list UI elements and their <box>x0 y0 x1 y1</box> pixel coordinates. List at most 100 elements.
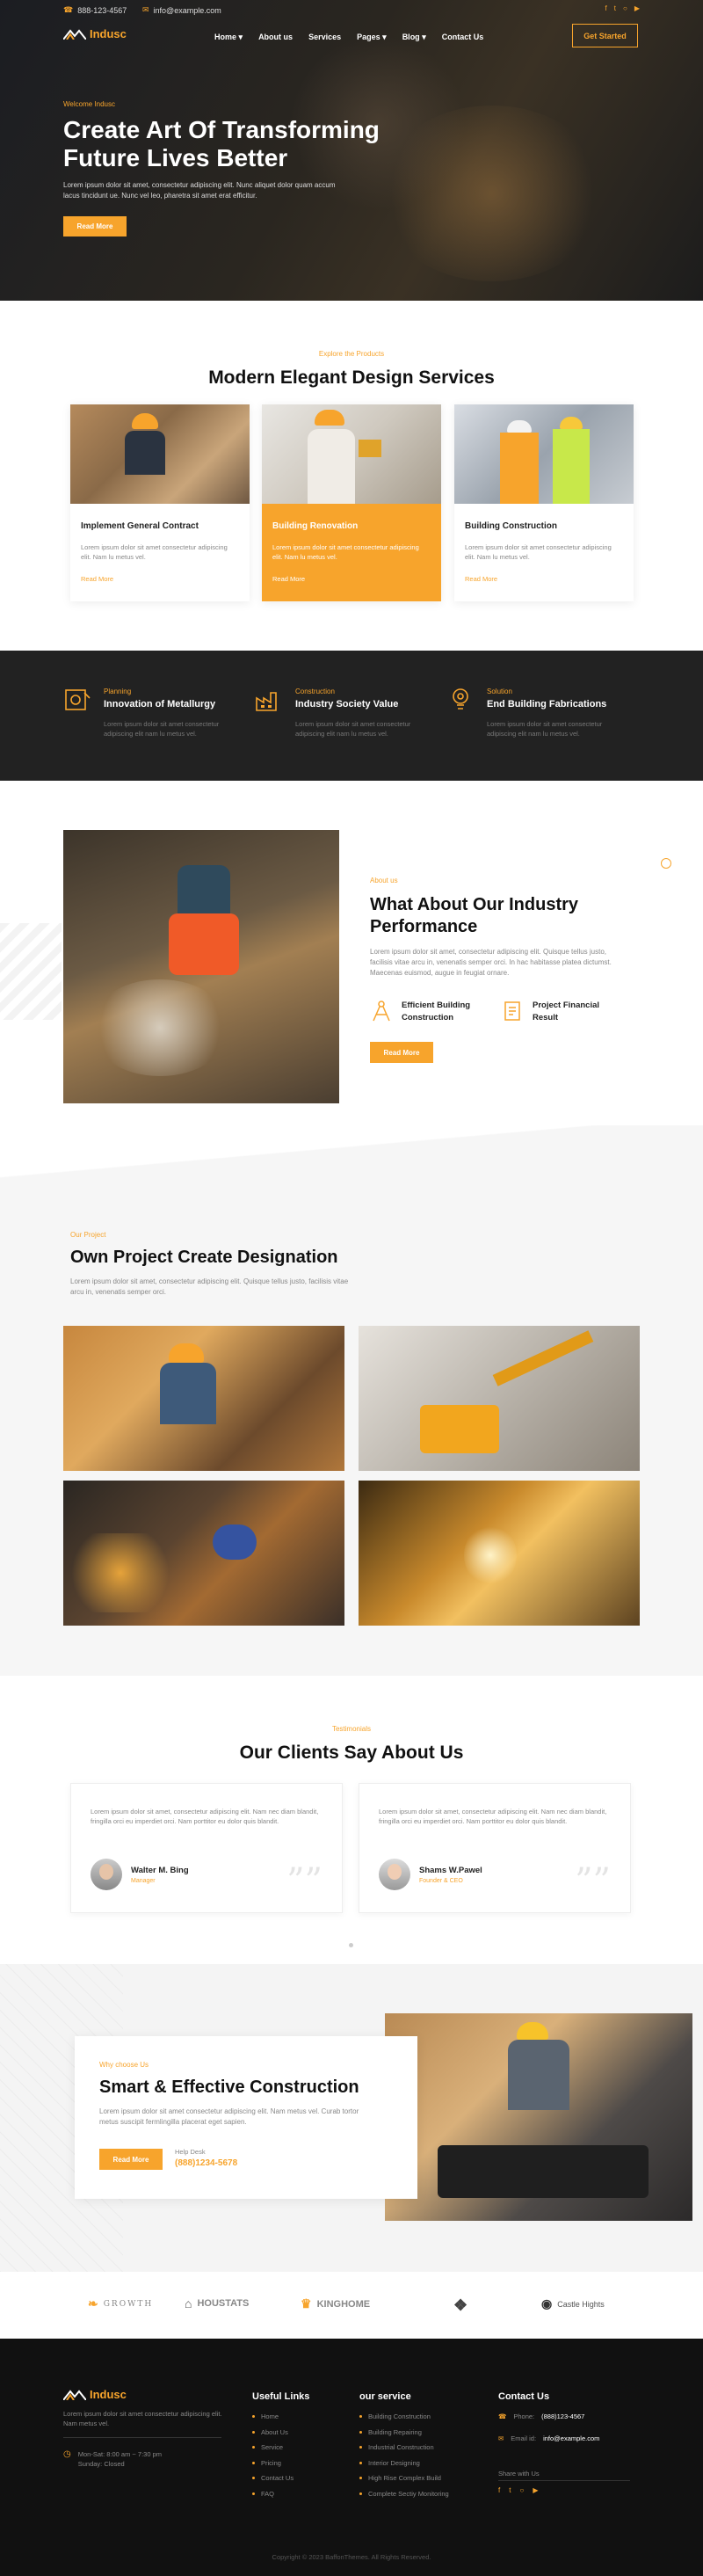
carousel-dot[interactable] <box>349 1943 353 1947</box>
service-card-title: Building Construction <box>465 521 557 531</box>
footer-email[interactable]: ✉ Email id: info@example.com <box>498 2434 599 2442</box>
service-card-title: Implement General Contract <box>81 521 199 531</box>
instagram-icon[interactable]: ○ <box>519 2486 524 2494</box>
footer-logo[interactable]: Indusc <box>63 2388 127 2401</box>
footer-link[interactable]: High Rise Complex Build <box>359 2470 449 2486</box>
decorative-circle <box>661 858 671 869</box>
brand-logo-growth[interactable]: ❧ GROWTH <box>88 2296 153 2311</box>
castle-icon: ◉ <box>541 2296 553 2310</box>
help-desk-phone[interactable]: (888)1234-5678 <box>175 2158 237 2168</box>
facebook-icon[interactable]: f <box>498 2486 500 2494</box>
logo-text: Indusc <box>90 27 127 40</box>
footer-link[interactable]: Pricing <box>252 2456 294 2471</box>
smart-text: Lorem ipsum dolor sit amet consectetur a… <box>99 2107 359 2126</box>
feature-text: Lorem ipsum dolor sit amet consectetur a… <box>295 720 411 738</box>
project-image[interactable] <box>359 1481 640 1626</box>
nav-item-pages[interactable]: Pages ▾ <box>357 33 387 42</box>
service-card[interactable]: Building Renovation Lorem ipsum dolor si… <box>262 404 441 601</box>
about-feature: Project Financial Result <box>501 1000 612 1024</box>
footer-hours-text: Mon-Sat: 8:00 am ~ 7:30 pm <box>77 2450 162 2458</box>
nav-menu: Home ▾ About us Services Pages ▾ Blog ▾ … <box>214 33 483 42</box>
nav-item-home[interactable]: Home ▾ <box>214 33 243 42</box>
about-read-more-button[interactable]: Read More <box>370 1042 433 1063</box>
get-started-button[interactable]: Get Started <box>572 24 638 47</box>
footer-link[interactable]: Complete Sectiy Monitoring <box>359 2486 449 2502</box>
site-logo[interactable]: Indusc <box>63 27 127 40</box>
nav-item-blog[interactable]: Blog ▾ <box>402 33 426 42</box>
top-bar: ☎ 888-123-4567 ✉ info@example.com f t ○ … <box>0 0 703 19</box>
project-image[interactable] <box>63 1326 344 1471</box>
testimonial-name: Walter M. Bing <box>131 1866 189 1875</box>
feature-kicker: Construction <box>295 688 335 695</box>
chevron-down-icon: ▾ <box>382 33 387 41</box>
brand-logo-castle-hights[interactable]: ◉ Castle Hights <box>541 2296 605 2311</box>
project-image[interactable] <box>63 1481 344 1626</box>
footer-social-links: f t ○ ▶ <box>498 2486 538 2494</box>
hero-title: Create Art Of Transforming Future Lives … <box>63 116 380 171</box>
feature-kicker: Solution <box>487 688 512 695</box>
feature-title: Innovation of Metallurgy <box>104 699 216 709</box>
footer-phone[interactable]: ☎ Phone: (888)123-4567 <box>498 2412 584 2420</box>
brand-logos: ❧ GROWTH ⌂ HOUSTATS ♛ KINGHOME ❖ ◉ Castl… <box>0 2272 703 2339</box>
why-choose-image <box>385 2013 692 2221</box>
brand-logo-houstats[interactable]: ⌂ HOUSTATS <box>185 2296 249 2310</box>
footer-link[interactable]: Building Construction <box>359 2409 449 2425</box>
brand-logo-kinghome[interactable]: ♛ KINGHOME <box>301 2296 370 2311</box>
testimonial-card: Lorem ipsum dolor sit amet, consectetur … <box>70 1783 343 1913</box>
finance-document-icon <box>504 1001 520 1021</box>
twitter-icon[interactable]: t <box>509 2486 511 2494</box>
facebook-icon[interactable]: f <box>605 4 607 12</box>
leaf-icon: ❧ <box>88 2296 98 2310</box>
smart-read-more-button[interactable]: Read More <box>99 2149 163 2170</box>
hero-kicker: Welcome Indusc <box>63 100 115 108</box>
footer-link[interactable]: Contact Us <box>252 2470 294 2486</box>
nav-item-about[interactable]: About us <box>258 33 293 42</box>
footer-heading: Useful Links <box>252 2391 310 2402</box>
twitter-icon[interactable]: t <box>614 4 616 12</box>
project-image[interactable] <box>359 1326 640 1471</box>
footer-link[interactable]: Interior Designing <box>359 2456 449 2471</box>
house-icon: ⌂ <box>185 2296 192 2310</box>
topbar-email[interactable]: ✉ info@example.com <box>142 5 221 15</box>
footer-heading: our service <box>359 2391 411 2402</box>
brand-logo-knot[interactable]: ❖ <box>453 2296 467 2315</box>
footer-link[interactable]: Building Repairing <box>359 2425 449 2441</box>
youtube-icon[interactable]: ▶ <box>634 4 640 12</box>
about-feature-label: Project Financial Result <box>533 1001 600 1022</box>
why-choose-section: Why choose Us Smart & Effective Construc… <box>0 1964 703 2272</box>
avatar <box>379 1859 410 1890</box>
footer-link[interactable]: Service <box>252 2440 294 2456</box>
footer-heading: Contact Us <box>498 2391 550 2402</box>
hero-read-more-button[interactable]: Read More <box>63 216 127 236</box>
footer-service-links: Building Construction Building Repairing… <box>359 2409 449 2501</box>
avatar <box>91 1859 122 1890</box>
clock-icon: ◷ <box>63 2449 71 2459</box>
footer-hours: ◷ Mon-Sat: 8:00 am ~ 7:30 pm Sunday: Clo… <box>63 2449 162 2469</box>
about-feature: Efficient Building Construction <box>370 1000 481 1024</box>
footer-link[interactable]: About Us <box>252 2425 294 2441</box>
service-card-link[interactable]: Read More <box>272 575 305 583</box>
topbar-phone[interactable]: ☎ 888-123-4567 <box>63 5 127 15</box>
phone-icon: ☎ <box>63 5 74 14</box>
service-card[interactable]: Implement General Contract Lorem ipsum d… <box>70 404 250 601</box>
youtube-icon[interactable]: ▶ <box>533 2486 538 2494</box>
feature-title: End Building Fabrications <box>487 699 607 709</box>
why-choose-card: Why choose Us Smart & Effective Construc… <box>75 2036 417 2199</box>
mail-icon: ✉ <box>142 5 149 14</box>
service-card[interactable]: Building Construction Lorem ipsum dolor … <box>454 404 634 601</box>
nav-item-contact[interactable]: Contact Us <box>442 33 484 42</box>
nav-item-services[interactable]: Services <box>308 33 341 42</box>
footer-link[interactable]: Home <box>252 2409 294 2425</box>
footer-useful-links: Home About Us Service Pricing Contact Us… <box>252 2409 294 2501</box>
compass-icon <box>373 1001 390 1022</box>
footer-link[interactable]: Industrial Construction <box>359 2440 449 2456</box>
instagram-icon[interactable]: ○ <box>623 4 627 12</box>
testimonial-quote: Lorem ipsum dolor sit amet, consectetur … <box>91 1808 319 1825</box>
gear-bulb-icon <box>453 688 468 709</box>
service-card-link[interactable]: Read More <box>465 575 497 583</box>
footer-link[interactable]: FAQ <box>252 2486 294 2502</box>
service-card-text: Lorem ipsum dolor sit amet consectetur a… <box>81 543 228 561</box>
help-desk-label: Help Desk <box>175 2148 206 2156</box>
service-card-link[interactable]: Read More <box>81 575 113 583</box>
feature-text: Lorem ipsum dolor sit amet consectetur a… <box>104 720 220 738</box>
